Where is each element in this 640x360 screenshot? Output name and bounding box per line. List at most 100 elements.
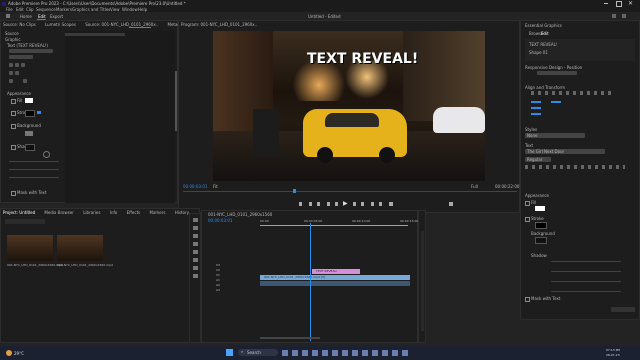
shadow-checkbox[interactable]: [11, 145, 16, 150]
export-frame-icon[interactable]: [389, 202, 393, 206]
eg-footer-buttons[interactable]: [611, 307, 635, 312]
timeline-scrollbar[interactable]: [260, 337, 320, 339]
program-playhead[interactable]: [293, 189, 296, 193]
fit-dropdown[interactable]: Fit: [213, 184, 218, 189]
timeline-tab[interactable]: 001-NYC_LHD_0101_2960x1560: [208, 212, 272, 217]
track-a3[interactable]: A3: [216, 288, 220, 292]
position-x[interactable]: [531, 101, 541, 103]
clip-thumbnail-2[interactable]: [57, 235, 103, 261]
program-video-frame[interactable]: TEXT REVEAL!: [213, 31, 485, 181]
stroke-eyedropper-icon[interactable]: [37, 111, 41, 114]
program-timecode[interactable]: 00:00:03:01: [183, 184, 207, 189]
shadow-color-swatch[interactable]: [25, 144, 35, 151]
start-icon[interactable]: [226, 349, 233, 356]
tab-markers[interactable]: Markers: [150, 210, 166, 215]
project-search-input[interactable]: [5, 219, 45, 224]
mark-in-icon[interactable]: [309, 202, 312, 206]
tab-edit[interactable]: Edit: [541, 31, 549, 36]
align-left-icon[interactable]: [9, 63, 13, 67]
stroke-color-swatch[interactable]: [25, 110, 35, 117]
program-scrubber[interactable]: [183, 191, 517, 192]
tab-effects[interactable]: Effects: [127, 210, 141, 215]
font-dropdown[interactable]: [9, 49, 53, 53]
eg-background-swatch[interactable]: [535, 237, 547, 244]
tab-info[interactable]: Info: [110, 210, 118, 215]
pin-to-dropdown[interactable]: [537, 71, 577, 75]
italic-icon[interactable]: [15, 71, 19, 75]
tab-media-browser[interactable]: Media Browser: [44, 210, 74, 215]
program-tab[interactable]: Program: 001-NYC_LHD_0101_2960x..: [181, 22, 257, 27]
shadow-size-slider[interactable]: [9, 169, 59, 170]
tab-libraries[interactable]: Libraries: [83, 210, 100, 215]
text-format-icons[interactable]: [525, 165, 625, 169]
layer-shape[interactable]: Shape 01: [529, 50, 548, 55]
stroke-checkbox[interactable]: [11, 111, 16, 116]
play-icon[interactable]: ▶: [343, 200, 348, 207]
tab-source[interactable]: Source: No Clips: [3, 22, 36, 27]
align-center-icon[interactable]: [15, 63, 19, 67]
quality-dropdown[interactable]: Full: [471, 184, 478, 189]
shadow-angle-dial[interactable]: [43, 151, 50, 158]
track-a1[interactable]: A1: [216, 278, 220, 282]
bold-icon[interactable]: [9, 71, 13, 75]
align-right-icon[interactable]: [21, 63, 25, 67]
timeline-playhead[interactable]: [310, 223, 311, 341]
clip-thumbnail-1[interactable]: [7, 235, 53, 261]
kerning-icon[interactable]: [23, 79, 27, 83]
opacity-value[interactable]: [531, 113, 541, 115]
video-clip[interactable]: 001-NYC_LHD_0101_2960x1560.mp4 [V]: [260, 275, 410, 280]
tool-icons[interactable]: [193, 218, 198, 278]
add-button-icon[interactable]: [449, 202, 453, 206]
track-v1[interactable]: V1: [216, 273, 220, 277]
timeline-timecode[interactable]: 00:00:03:01: [208, 218, 232, 223]
work-area-bar[interactable]: [260, 225, 408, 226]
align-icons-row[interactable]: [531, 91, 611, 95]
track-a2[interactable]: A2: [216, 283, 220, 287]
lift-icon[interactable]: [371, 202, 374, 206]
eg-shadow-size-slider[interactable]: [551, 291, 621, 292]
go-to-out-icon[interactable]: [361, 202, 364, 206]
eg-fill-swatch[interactable]: [535, 206, 545, 211]
track-v2[interactable]: V2: [216, 268, 220, 272]
audio-clip[interactable]: [260, 281, 410, 286]
weather-icon[interactable]: [6, 350, 12, 356]
graphic-clip[interactable]: TEXT REVEAL!: [312, 269, 360, 274]
close-icon[interactable]: ✕: [628, 0, 633, 7]
eg-mask-checkbox[interactable]: [525, 297, 530, 302]
background-color-swatch[interactable]: [25, 131, 33, 136]
tab-history[interactable]: History: [175, 210, 189, 215]
rotation-value[interactable]: [531, 107, 541, 109]
eg-shadow-opacity-slider[interactable]: [551, 261, 621, 262]
extract-icon[interactable]: [379, 202, 382, 206]
position-values[interactable]: [531, 101, 601, 115]
step-forward-icon[interactable]: [353, 202, 356, 206]
share-icon[interactable]: [612, 14, 616, 18]
workspace-tab-import[interactable]: Home: [20, 14, 32, 19]
tracking-icon[interactable]: [9, 79, 13, 83]
effect-scrollbar[interactable]: [175, 71, 177, 131]
shadow-distance-slider[interactable]: [9, 161, 59, 162]
shadow-blur-slider[interactable]: [9, 177, 59, 178]
eg-stroke-swatch[interactable]: [535, 222, 547, 229]
mark-out-icon[interactable]: [317, 202, 320, 206]
background-checkbox[interactable]: [11, 124, 16, 129]
fullscreen-icon[interactable]: [622, 14, 626, 18]
home-icon[interactable]: [6, 14, 10, 18]
go-to-in-icon[interactable]: [327, 202, 330, 206]
fill-color-swatch[interactable]: [25, 98, 33, 103]
font-style-dropdown[interactable]: [9, 55, 33, 59]
taskbar-search[interactable]: ⌕ Search: [238, 349, 278, 356]
marker-icon[interactable]: [299, 202, 302, 206]
mask-checkbox[interactable]: [11, 191, 16, 196]
overlay-title-text[interactable]: TEXT REVEAL!: [307, 51, 418, 67]
minimize-icon[interactable]: [604, 3, 608, 4]
fill-checkbox[interactable]: [11, 99, 16, 104]
eg-fill-checkbox[interactable]: [525, 201, 530, 206]
eg-shadow-distance-slider[interactable]: [551, 281, 621, 282]
layer-text[interactable]: TEXT REVEAL!: [529, 42, 558, 47]
tab-lumetri-scopes[interactable]: Lumetri Scopes: [45, 22, 76, 27]
step-back-icon[interactable]: [335, 202, 338, 206]
track-v3[interactable]: V3: [216, 263, 220, 267]
effect-timeline-area[interactable]: [65, 31, 175, 203]
taskbar-apps[interactable]: [282, 350, 412, 356]
